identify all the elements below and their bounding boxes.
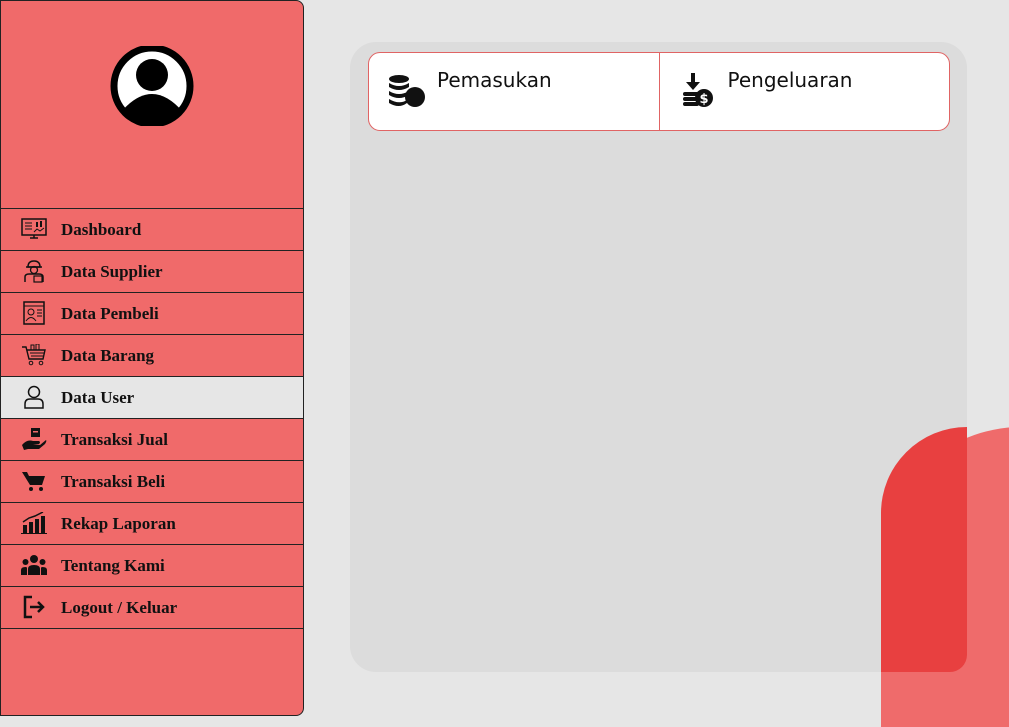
tab-label: Pengeluaran (727, 68, 853, 92)
bar-chart-icon (21, 511, 47, 535)
coins-stack-icon (387, 73, 427, 109)
sidebar-item-logout[interactable]: Logout / Keluar (1, 586, 303, 629)
worker-icon (21, 259, 47, 283)
cart-icon (21, 469, 47, 493)
sidebar-item-rekap-laporan[interactable]: Rekap Laporan (1, 502, 303, 544)
sidebar-item-transaksi-beli[interactable]: Transaksi Beli (1, 460, 303, 502)
sidebar-menu: Dashboard Data Supplier Data Pembeli Dat… (1, 208, 303, 629)
sidebar-item-label: Data User (61, 388, 135, 407)
sidebar: Dashboard Data Supplier Data Pembeli Dat… (0, 0, 304, 716)
sidebar-item-label: Data Supplier (61, 262, 163, 281)
tab-pemasukan[interactable]: Pemasukan (369, 53, 659, 130)
id-card-icon (21, 301, 47, 325)
user-outline-icon (21, 385, 47, 409)
content-panel (350, 42, 967, 672)
logout-icon (21, 595, 47, 619)
sidebar-item-tentang-kami[interactable]: Tentang Kami (1, 544, 303, 586)
tab-bar: Pemasukan $ Pengeluaran (368, 52, 950, 131)
sidebar-item-dashboard[interactable]: Dashboard (1, 208, 303, 250)
tab-label: Pemasukan (437, 68, 552, 92)
sidebar-item-data-user[interactable]: Data User (1, 376, 303, 418)
sidebar-item-label: Tentang Kami (61, 556, 165, 575)
sidebar-item-label: Data Barang (61, 346, 155, 365)
sidebar-item-data-pembeli[interactable]: Data Pembeli (1, 292, 303, 334)
svg-text:$: $ (699, 92, 708, 107)
group-icon (21, 553, 47, 577)
sidebar-item-label: Dashboard (61, 220, 142, 239)
user-avatar-icon (107, 44, 197, 128)
sidebar-item-label: Logout / Keluar (61, 598, 178, 617)
download-coins-icon: $ (678, 73, 718, 109)
monitor-chart-icon (21, 217, 47, 241)
tab-pengeluaran[interactable]: $ Pengeluaran (658, 53, 950, 130)
sidebar-item-label: Transaksi Beli (61, 472, 166, 491)
sidebar-item-data-barang[interactable]: Data Barang (1, 334, 303, 376)
shopping-cart-items-icon (21, 343, 47, 367)
hand-box-icon (21, 427, 47, 451)
sidebar-item-label: Data Pembeli (61, 304, 159, 323)
sidebar-item-data-supplier[interactable]: Data Supplier (1, 250, 303, 292)
sidebar-item-transaksi-jual[interactable]: Transaksi Jual (1, 418, 303, 460)
sidebar-item-label: Rekap Laporan (61, 514, 176, 533)
sidebar-item-label: Transaksi Jual (61, 430, 168, 449)
